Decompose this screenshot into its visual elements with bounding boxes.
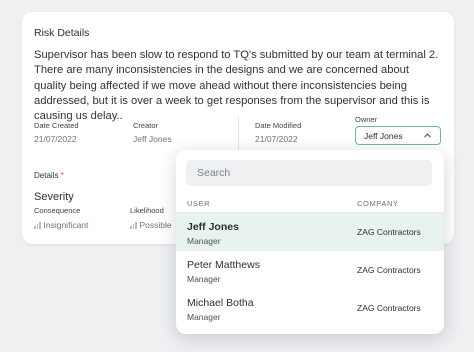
details-label-text: Details <box>34 171 59 180</box>
owner-dropdown: USER COMPANY Jeff Jones Manager ZAG Cont… <box>176 150 444 334</box>
required-marker: * <box>60 171 64 180</box>
column-header-company: COMPANY <box>357 199 399 208</box>
date-modified-label: Date Modified <box>255 121 302 130</box>
date-created-value: 21/07/2022 <box>34 134 77 144</box>
meta-divider <box>238 116 239 152</box>
owner-label: Owner <box>355 115 378 124</box>
user-role: Manager <box>187 274 221 284</box>
user-company: ZAG Contractors <box>357 303 421 313</box>
user-role: Manager <box>187 312 221 322</box>
chevron-up-icon[interactable] <box>423 131 432 140</box>
consequence-label: Consequence <box>34 206 81 215</box>
user-role: Manager <box>187 236 221 246</box>
user-row[interactable]: Michael Botha Manager ZAG Contractors <box>176 289 444 327</box>
owner-select-value: Jeff Jones <box>364 130 403 141</box>
search-input[interactable] <box>186 160 432 186</box>
signal-bars-icon <box>130 221 137 229</box>
owner-select[interactable]: Jeff Jones <box>355 126 441 145</box>
card-title: Risk Details <box>34 27 90 39</box>
user-row[interactable]: Jeff Jones Manager ZAG Contractors <box>176 213 444 251</box>
column-header-user: USER <box>187 199 211 208</box>
likelihood-value[interactable]: Possible <box>130 220 172 230</box>
user-name: Peter Matthews <box>187 259 260 271</box>
creator-value: Jeff Jones <box>133 134 172 144</box>
consequence-value[interactable]: Insignificant <box>34 220 88 230</box>
user-name: Jeff Jones <box>187 221 239 233</box>
details-label: Details * <box>34 171 64 180</box>
date-created-label: Date Created <box>34 121 79 130</box>
likelihood-value-text: Possible <box>139 220 172 230</box>
severity-heading: Severity <box>34 191 74 203</box>
creator-label: Creator <box>133 121 159 130</box>
user-company: ZAG Contractors <box>357 265 421 275</box>
likelihood-label: Likelihood <box>130 206 164 215</box>
user-name: Michael Botha <box>187 297 254 309</box>
risk-description: Supervisor has been slow to respond to T… <box>34 49 439 123</box>
consequence-value-text: Insignificant <box>43 220 89 230</box>
signal-bars-icon <box>34 221 41 229</box>
user-company: ZAG Contractors <box>357 227 421 237</box>
date-modified-value: 21/07/2022 <box>255 134 298 144</box>
user-row[interactable]: Peter Matthews Manager ZAG Contractors <box>176 251 444 289</box>
